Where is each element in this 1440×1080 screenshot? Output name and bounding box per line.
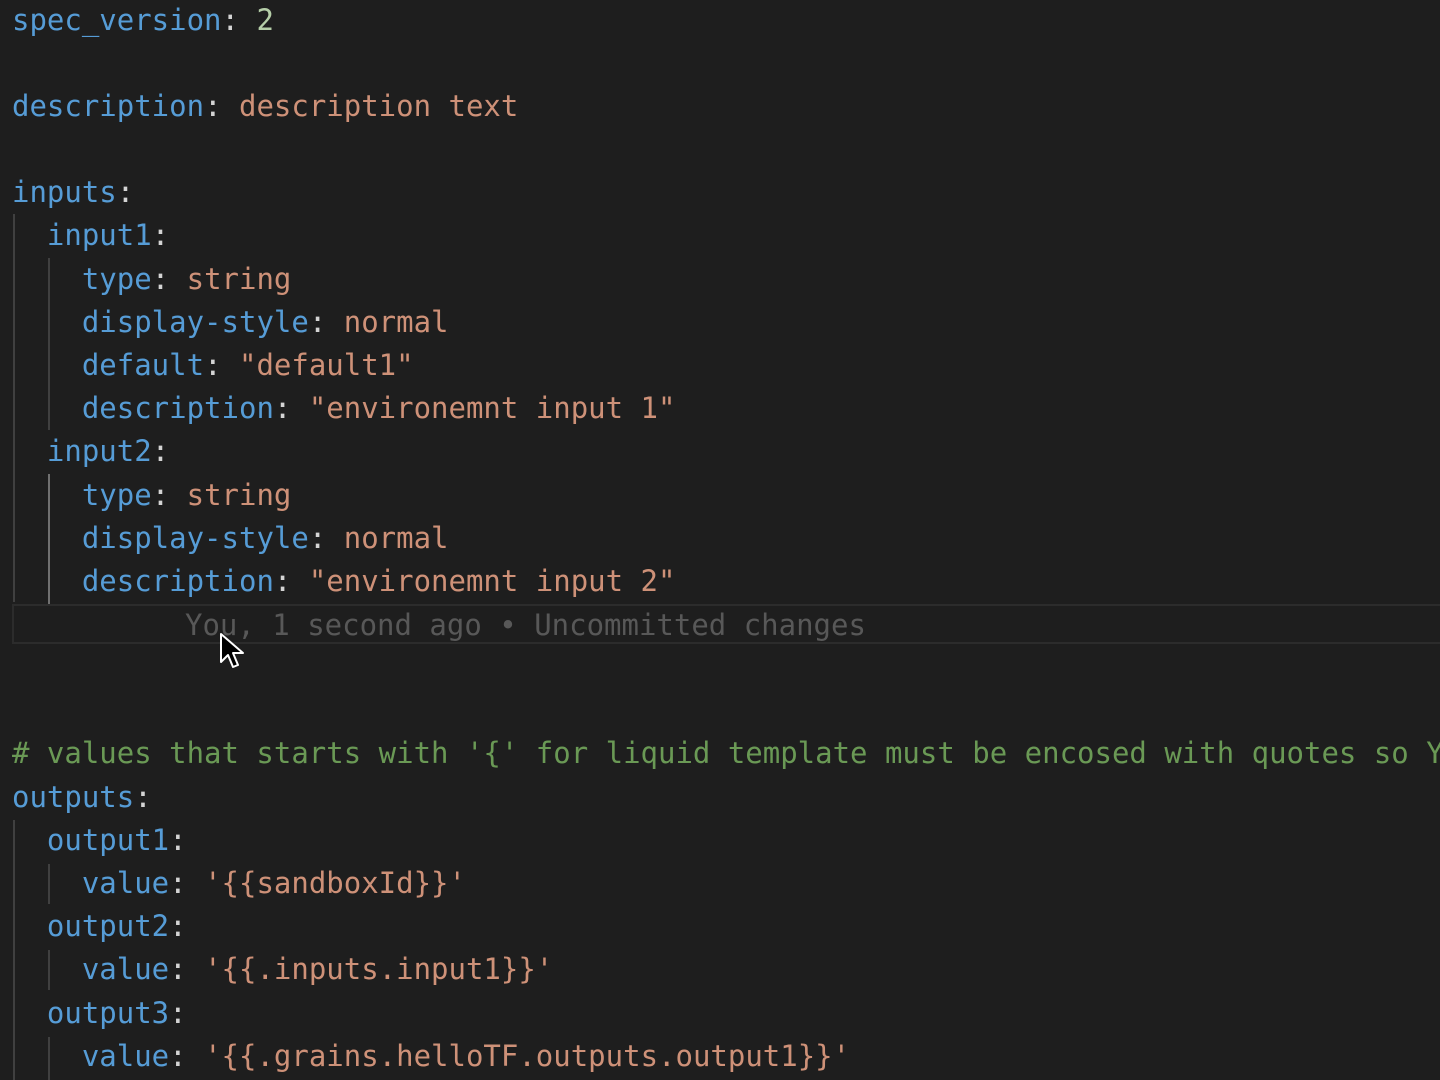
yaml-string-value: normal <box>343 305 449 339</box>
yaml-string-value: "default1" <box>238 348 414 382</box>
yaml-key: inputs <box>12 175 117 209</box>
yaml-key: output2 <box>46 909 170 943</box>
yaml-key: spec_version <box>12 3 222 37</box>
code-line-input1-default[interactable]: default: "default1" <box>12 344 414 387</box>
code-line-output3[interactable]: output3: <box>12 992 187 1035</box>
code-line-input2-display-style[interactable]: display-style: normal <box>12 517 449 560</box>
yaml-key: default <box>81 348 205 382</box>
code-line-description[interactable]: description: description text <box>12 85 518 128</box>
code-line-input2-description[interactable]: description: "environemnt input 2" <box>12 560 676 603</box>
yaml-key: input1 <box>46 218 152 252</box>
code-line-inputs[interactable]: inputs: <box>12 171 134 214</box>
yaml-key: description <box>12 89 205 123</box>
yaml-string-value: "environemnt input 1" <box>308 391 676 425</box>
yaml-key: type <box>81 478 152 512</box>
code-editor[interactable]: spec_version: 2 description: description… <box>0 0 1440 1080</box>
yaml-key: output3 <box>46 996 170 1030</box>
code-line-output1-value[interactable]: value: '{{sandboxId}}' <box>12 862 466 905</box>
code-line-output2[interactable]: output2: <box>12 905 187 948</box>
yaml-string-value: normal <box>343 521 449 555</box>
yaml-number-value: 2 <box>256 3 274 37</box>
git-blame-annotation: You, 1 second ago • Uncommitted changes <box>185 608 866 642</box>
code-line-input1[interactable]: input1: <box>12 214 169 257</box>
code-line-output3-value[interactable]: value: '{{.grains.helloTF.outputs.output… <box>12 1035 850 1078</box>
yaml-key: input2 <box>46 434 152 468</box>
code-line-input1-description[interactable]: description: "environemnt input 1" <box>12 387 676 430</box>
code-line-outputs[interactable]: outputs: <box>12 776 152 819</box>
code-line-input1-display-style[interactable]: display-style: normal <box>12 301 449 344</box>
yaml-string-value: description text <box>238 89 519 123</box>
yaml-key: display-style <box>81 521 309 555</box>
yaml-key: outputs <box>12 780 135 814</box>
yaml-key: value <box>81 866 170 900</box>
yaml-string-value: "environemnt input 2" <box>308 564 676 598</box>
code-line-input2-type[interactable]: type: string <box>12 474 292 517</box>
yaml-string-value: '{{.inputs.input1}}' <box>204 952 554 986</box>
yaml-key: output1 <box>46 823 170 857</box>
code-line-spec-version[interactable]: spec_version: 2 <box>12 0 274 42</box>
yaml-string-value: '{{sandboxId}}' <box>204 866 466 900</box>
yaml-key: description <box>81 391 274 425</box>
yaml-key: value <box>81 952 170 986</box>
yaml-string-value: string <box>186 262 292 296</box>
yaml-key: description <box>81 564 274 598</box>
code-line-comment[interactable]: # values that starts with '{' for liquid… <box>12 732 1440 775</box>
code-line-input2[interactable]: input2: <box>12 430 169 473</box>
code-line-output2-value[interactable]: value: '{{.inputs.input1}}' <box>12 948 553 991</box>
yaml-string-value: '{{.grains.helloTF.outputs.output1}}' <box>204 1039 851 1073</box>
mouse-pointer-icon <box>220 633 244 668</box>
yaml-string-value: string <box>186 478 292 512</box>
code-line-input1-type[interactable]: type: string <box>12 258 292 301</box>
code-line-output1[interactable]: output1: <box>12 819 187 862</box>
yaml-key: display-style <box>81 305 309 339</box>
yaml-key: value <box>81 1039 170 1073</box>
yaml-key: type <box>81 262 152 296</box>
